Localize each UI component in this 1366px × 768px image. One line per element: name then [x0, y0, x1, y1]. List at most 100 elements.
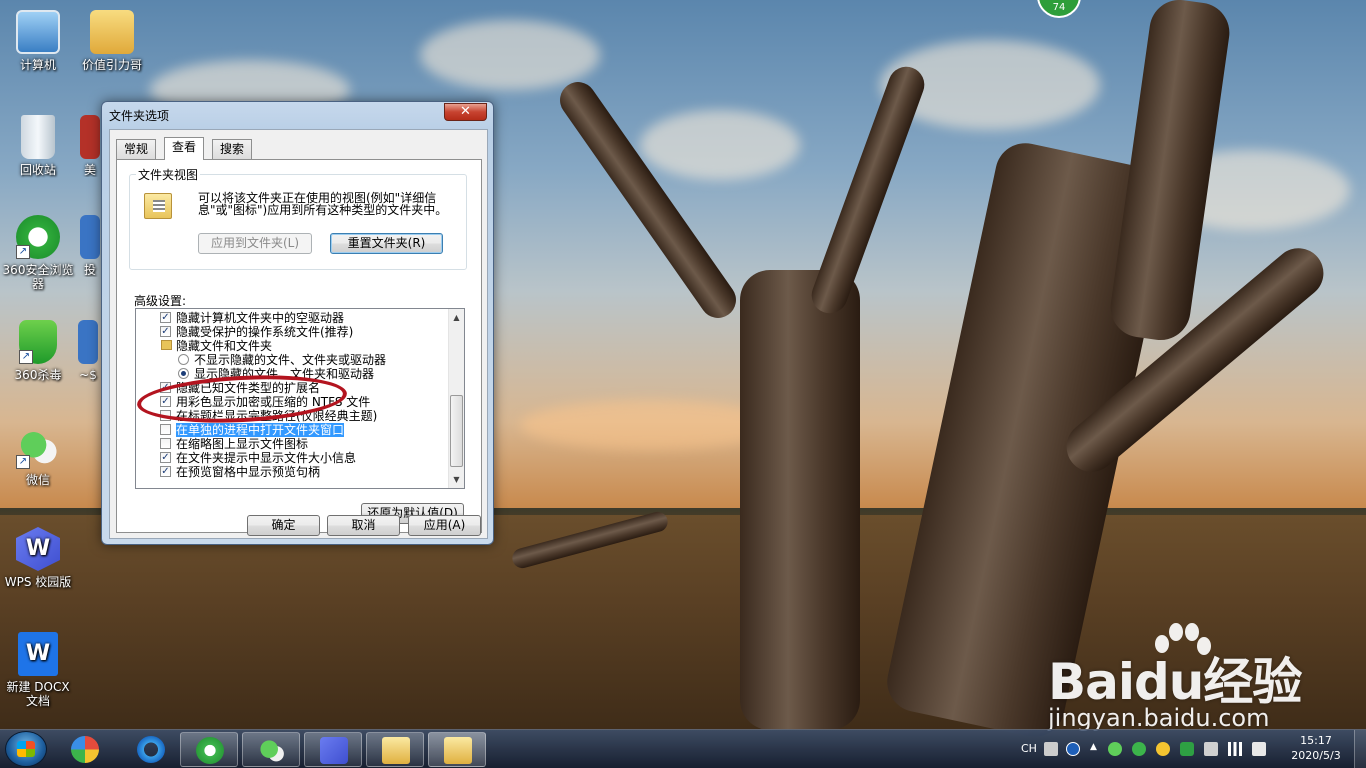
- docx-icon: W: [18, 632, 58, 676]
- folder-icon: [90, 10, 134, 54]
- taskbar-app-explorer[interactable]: [366, 732, 424, 767]
- clock-time: 15:17: [1300, 734, 1332, 747]
- taskbar-app-wechat[interactable]: [242, 732, 300, 767]
- shortcut-arrow-icon: ↗: [16, 245, 30, 259]
- 360-browser-icon: ↗: [16, 215, 60, 259]
- desktop-icon-label: WPS 校园版: [4, 575, 72, 589]
- ok-button[interactable]: 确定: [247, 515, 320, 536]
- 360-antivirus-icon: ↗: [19, 320, 57, 364]
- taskbar-app-360-browser[interactable]: [180, 732, 238, 767]
- taskbar-app-folder-options[interactable]: [428, 732, 486, 767]
- checkbox[interactable]: ✓: [160, 312, 171, 323]
- app-icon: [80, 215, 100, 259]
- advanced-settings-label: 高级设置:: [134, 294, 187, 308]
- scroll-up-icon[interactable]: ▲: [452, 313, 461, 322]
- desktop-icon-docx[interactable]: W 新建 DOCX 文档: [0, 632, 76, 708]
- desktop-icon-label: 新建 DOCX 文档: [6, 680, 70, 708]
- setting-label: 隐藏受保护的操作系统文件(推荐): [176, 325, 354, 339]
- folder-icon: [382, 737, 410, 764]
- shortcut-arrow-icon: ↗: [19, 350, 33, 364]
- volume-icon[interactable]: [1252, 742, 1266, 756]
- language-indicator[interactable]: CH: [1021, 742, 1037, 755]
- doc-icon: [78, 320, 98, 364]
- wechat-tray-icon[interactable]: [1108, 742, 1122, 756]
- show-desktop-button[interactable]: [1354, 730, 1366, 768]
- taskbar: CH ▲ 15:17 2020/5/3: [0, 729, 1366, 768]
- shield-icon[interactable]: [1180, 742, 1194, 756]
- desktop-icon-wps[interactable]: W WPS 校园版: [0, 527, 76, 589]
- taskbar-app-ie[interactable]: [122, 732, 180, 767]
- close-button[interactable]: ✕: [444, 103, 487, 121]
- view-tab-panel: 文件夹视图 可以将该文件夹正在使用的视图(例如"详细信息"或"图标")应用到所有…: [116, 159, 482, 533]
- clock[interactable]: 15:17 2020/5/3: [1283, 733, 1349, 763]
- tab-general[interactable]: 常规: [116, 139, 157, 159]
- desktop-icon-folder[interactable]: 价值引力哥: [74, 10, 150, 72]
- wechat-icon: ↗: [16, 425, 60, 469]
- network-icon[interactable]: [1228, 742, 1242, 756]
- wechat-icon: [258, 737, 286, 764]
- scroll-thumb[interactable]: [450, 395, 463, 467]
- 360-tray-icon[interactable]: [1132, 742, 1146, 756]
- desktop-icon-label: 价值引力哥: [81, 58, 142, 72]
- desktop-icon-recycle-bin[interactable]: 回收站: [0, 115, 76, 177]
- baidu-watermark: Baidu经验 jingyan.baidu.com: [1048, 622, 1348, 732]
- wps-icon: [320, 737, 348, 764]
- app-icon: [80, 115, 100, 159]
- checkbox[interactable]: [160, 438, 171, 449]
- apply-to-folders-button[interactable]: 应用到文件夹(L): [198, 233, 312, 254]
- cancel-button[interactable]: 取消: [327, 515, 400, 536]
- start-button[interactable]: [5, 731, 47, 767]
- desktop-icon-label: 投: [83, 263, 96, 277]
- action-center-icon[interactable]: [1204, 742, 1218, 756]
- help-icon[interactable]: [1066, 742, 1080, 756]
- computer-icon: [16, 10, 60, 54]
- taskbar-app-wps[interactable]: [304, 732, 362, 767]
- desktop-icon-360-antivirus[interactable]: ↗ 360杀毒: [0, 320, 76, 382]
- checkbox[interactable]: ✓: [160, 466, 171, 477]
- radio-button[interactable]: [178, 368, 189, 379]
- checkbox[interactable]: ✓: [160, 326, 171, 337]
- clock-date: 2020/5/3: [1291, 749, 1341, 762]
- dialog-body: 常规 查看 搜索 文件夹视图 可以将该文件夹正在使用的视图(例如"详细信息"或"…: [109, 129, 488, 539]
- desktop-icon-partial[interactable]: 美: [80, 115, 100, 177]
- radio-button[interactable]: [178, 354, 189, 365]
- wps-icon: W: [16, 527, 60, 571]
- tab-search[interactable]: 搜索: [212, 139, 253, 159]
- folder-views-group: 文件夹视图 可以将该文件夹正在使用的视图(例如"详细信息"或"图标")应用到所有…: [129, 166, 467, 270]
- tab-view[interactable]: 查看: [164, 137, 205, 160]
- desktop-icon-label: ~$: [79, 368, 97, 382]
- desktop-icon-partial[interactable]: ~$: [76, 320, 100, 382]
- watermark-url: jingyan.baidu.com: [1048, 704, 1270, 732]
- desktop-icon-label: 360杀毒: [14, 368, 62, 382]
- dialog-title: 文件夹选项: [109, 109, 170, 123]
- scroll-down-icon[interactable]: ▼: [452, 475, 461, 484]
- apply-button[interactable]: 应用(A): [408, 515, 481, 536]
- checkbox[interactable]: ✓: [160, 452, 171, 463]
- folder-views-description: 可以将该文件夹正在使用的视图(例如"详细信息"或"图标")应用到所有这种类型的文…: [198, 191, 448, 217]
- desktop-icon-partial[interactable]: 投: [80, 215, 100, 277]
- desktop-icon-wechat[interactable]: ↗ 微信: [0, 425, 76, 487]
- desktop-icon-computer[interactable]: 计算机: [0, 10, 76, 72]
- desktop-icon-label: 美: [83, 163, 96, 177]
- folder-options-dialog: 文件夹选项 ✕ 常规 查看 搜索 文件夹视图 可以将该文件夹正在使用的视图(例如…: [101, 101, 494, 545]
- checkbox[interactable]: [160, 424, 171, 435]
- plus-tray-icon[interactable]: [1156, 742, 1170, 756]
- folder-options-icon: [444, 737, 472, 764]
- chevron-up-icon[interactable]: ▲: [1090, 742, 1098, 756]
- 360-browser-icon: [196, 737, 224, 764]
- list-scrollbar[interactable]: ▲ ▼: [448, 309, 464, 488]
- taskbar-app-pinwheel[interactable]: [56, 732, 114, 767]
- notification-badge[interactable]: 74: [1037, 0, 1081, 18]
- reset-folders-button[interactable]: 重置文件夹(R): [330, 233, 443, 254]
- setting-label: 在缩略图上显示文件图标: [176, 437, 309, 451]
- ie-icon: [137, 736, 165, 763]
- recycle-bin-icon: [21, 115, 55, 159]
- keyboard-icon[interactable]: [1044, 742, 1058, 756]
- shortcut-arrow-icon: ↗: [16, 455, 30, 469]
- folder-view-icon: [144, 193, 172, 219]
- desktop-icon-360-browser[interactable]: ↗ 360安全浏览器: [0, 215, 76, 291]
- setting-label: 隐藏文件和文件夹: [176, 339, 273, 353]
- desktop-icon-label: 360安全浏览器: [2, 263, 74, 291]
- desktop-icon-label: 回收站: [19, 163, 56, 177]
- setting-label: 在预览窗格中显示预览句柄: [176, 465, 321, 479]
